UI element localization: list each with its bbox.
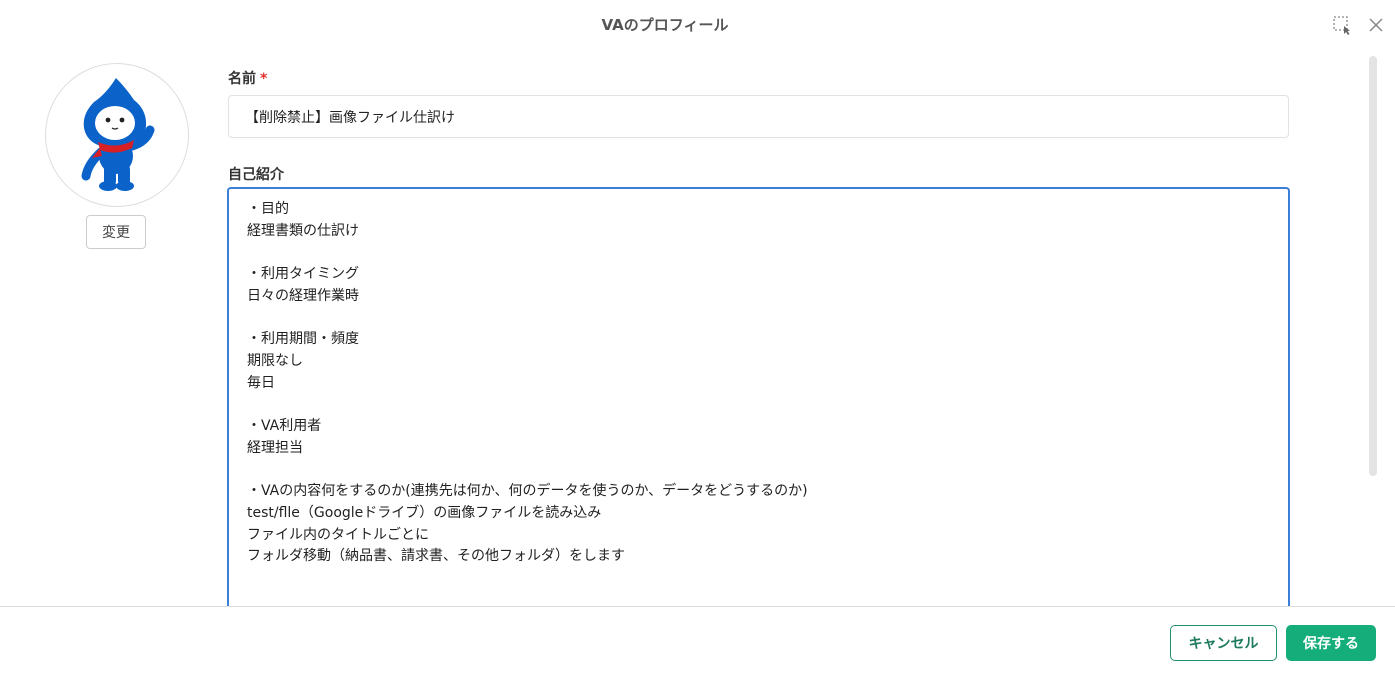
scrollbar[interactable] <box>1369 56 1377 476</box>
mascot-icon <box>81 78 155 191</box>
bio-textarea[interactable]: ・目的 経理書類の仕訳け ・利用タイミング 日々の経理作業時 ・利用期間・頻度 … <box>227 187 1290 607</box>
cancel-button[interactable]: キャンセル <box>1170 625 1277 661</box>
close-icon[interactable] <box>1365 14 1387 36</box>
name-label-text: 名前 <box>228 71 256 87</box>
save-button[interactable]: 保存する <box>1286 625 1376 661</box>
footer-divider <box>0 606 1395 607</box>
avatar <box>45 63 189 207</box>
dialog-title: VAのプロフィール <box>601 16 729 34</box>
name-label: 名前 * <box>228 68 267 88</box>
window-controls <box>1331 14 1387 36</box>
required-mark: * <box>260 71 268 87</box>
bio-label: 自己紹介 <box>228 167 284 183</box>
select-area-icon[interactable] <box>1331 14 1353 36</box>
name-input[interactable]: 【削除禁止】画像ファイル仕訳け <box>228 95 1289 138</box>
change-avatar-button[interactable]: 変更 <box>86 215 146 249</box>
